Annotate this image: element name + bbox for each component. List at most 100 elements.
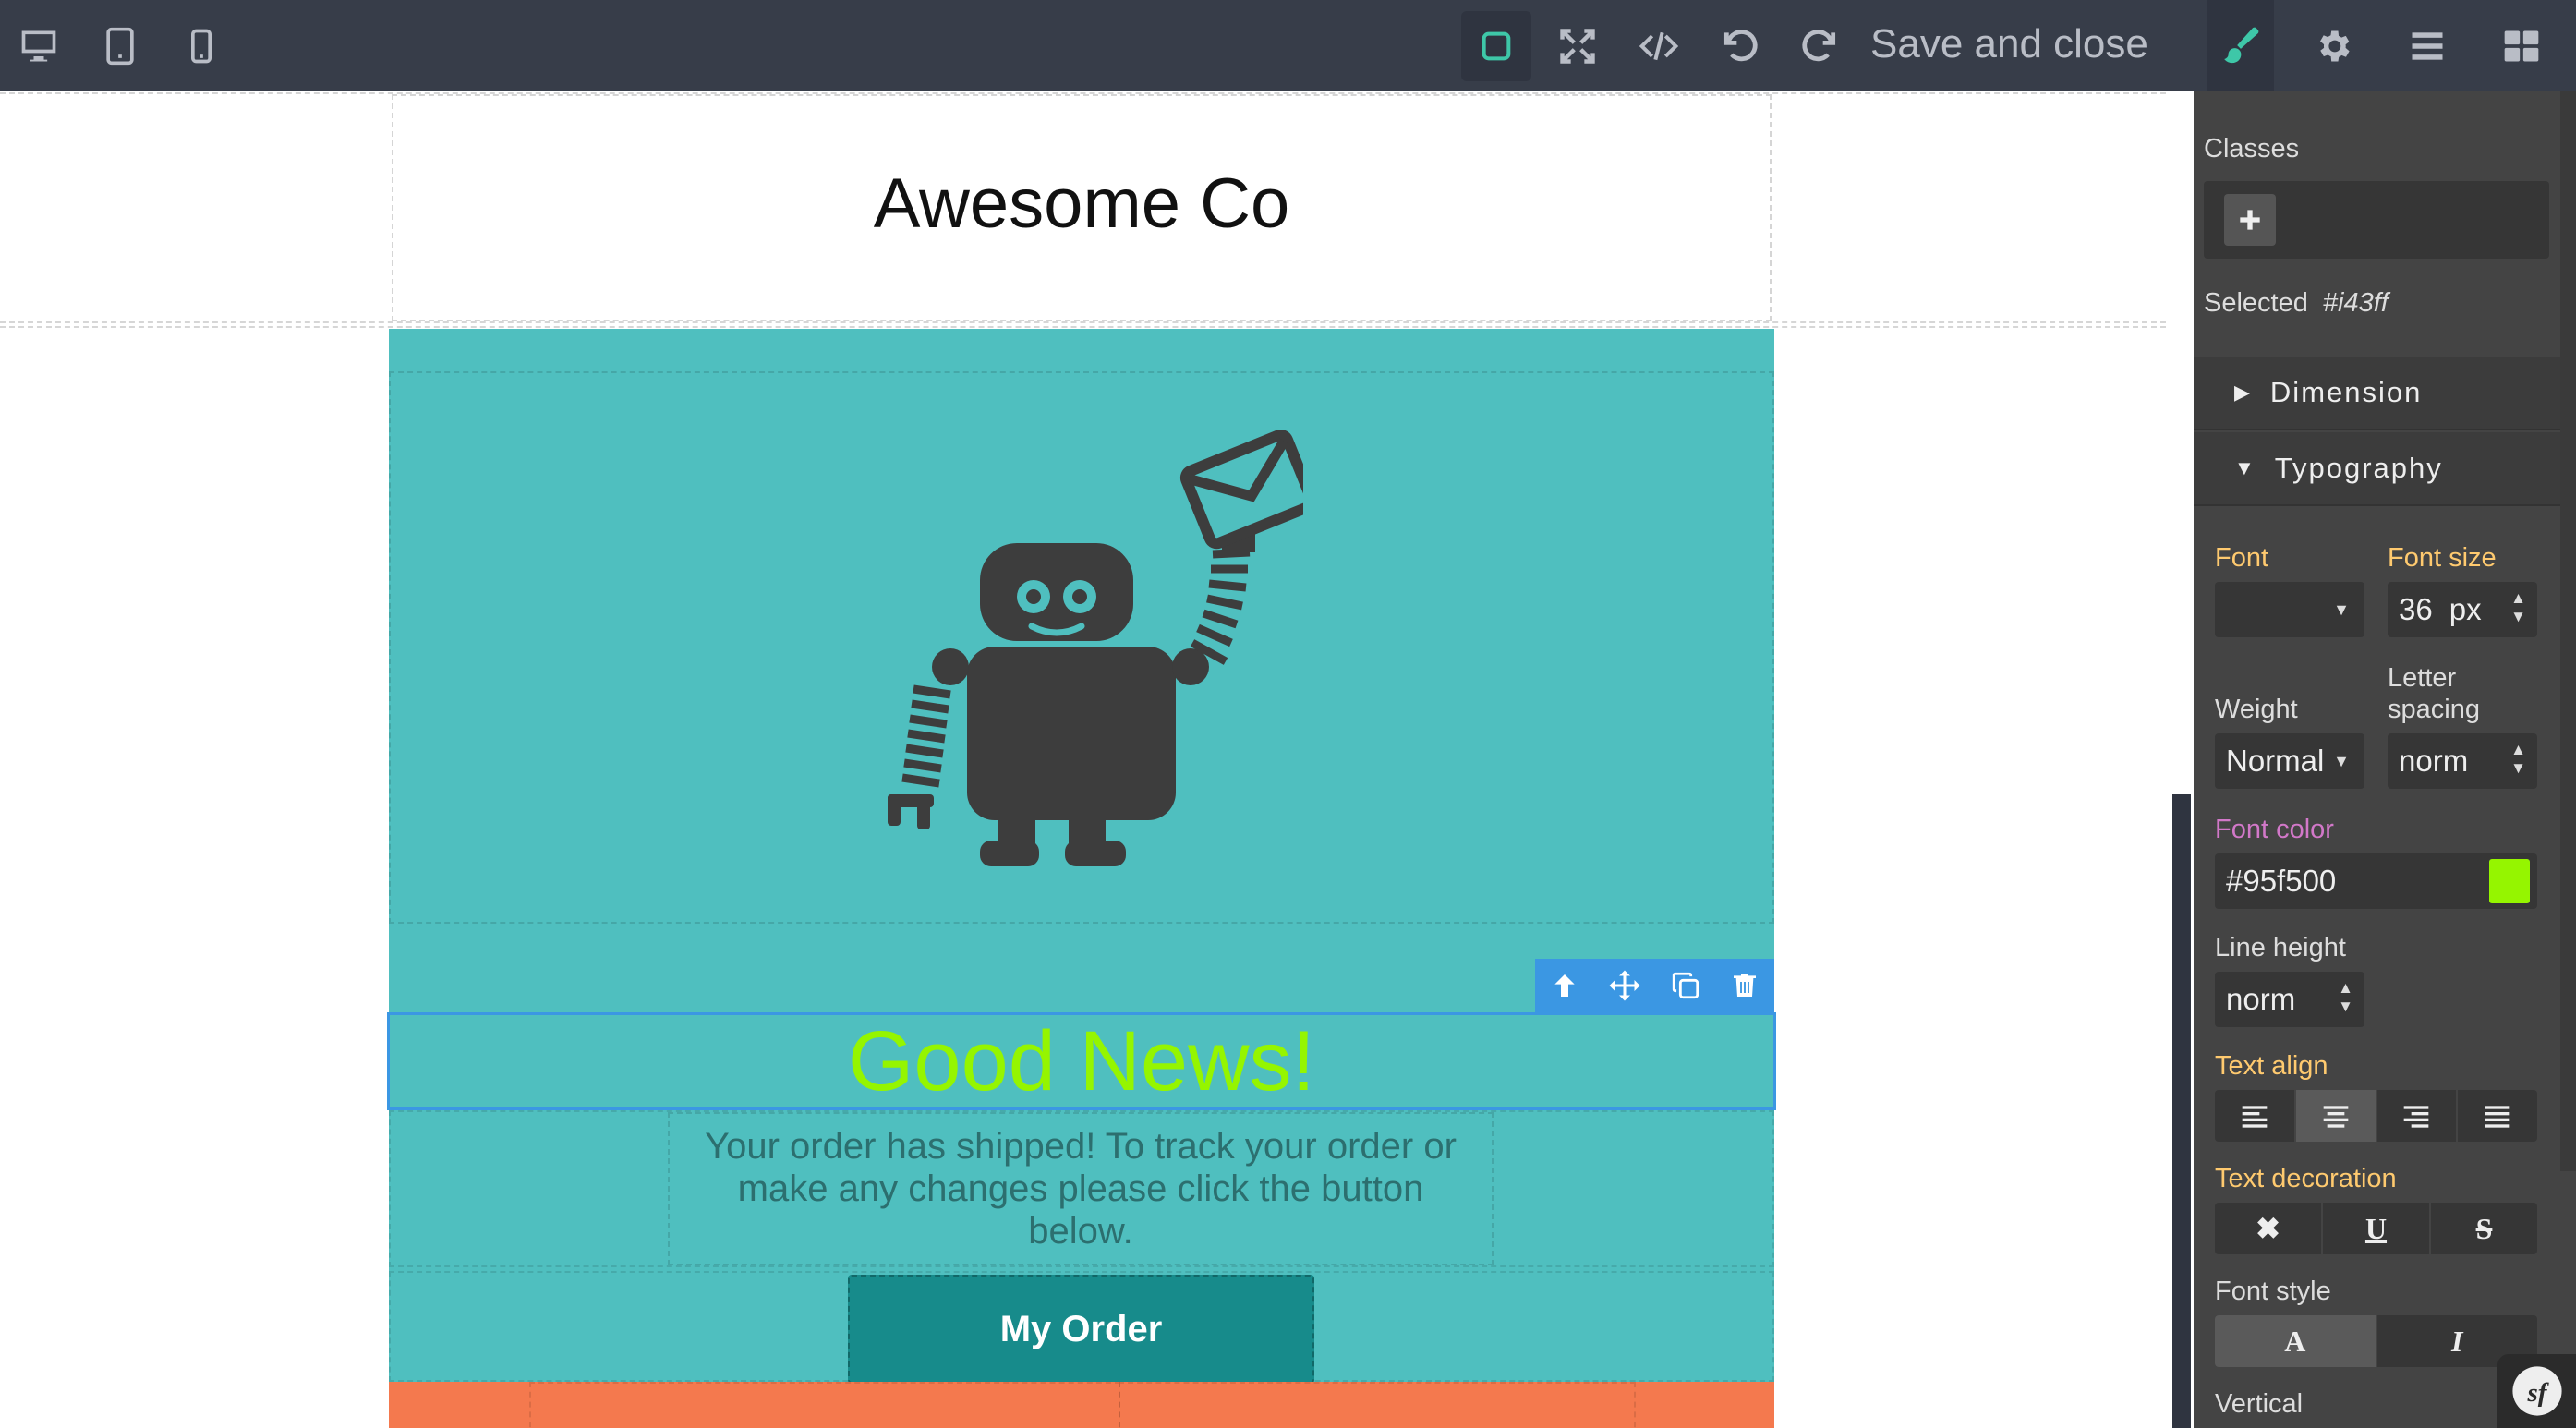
font-select[interactable]: ▼ bbox=[2215, 582, 2364, 637]
caret-down-icon: ▼ bbox=[2234, 456, 2256, 479]
font-size-label: Font size bbox=[2388, 543, 2497, 573]
decoration-strikethrough-button[interactable]: S bbox=[2431, 1203, 2537, 1254]
caret-right-icon: ▶ bbox=[2234, 381, 2252, 404]
weight-select[interactable]: Normal ▼ bbox=[2215, 733, 2364, 789]
caret-down-icon: ▼ bbox=[2333, 599, 2350, 619]
font-color-swatch[interactable] bbox=[2489, 859, 2530, 903]
font-style-label: Font style bbox=[2215, 1277, 2331, 1306]
blocks-icon[interactable] bbox=[2492, 17, 2551, 76]
my-order-label: My Order bbox=[999, 1308, 1163, 1349]
redo-icon[interactable] bbox=[1790, 17, 1849, 76]
headline-text[interactable]: Good News! bbox=[848, 1019, 1315, 1104]
layers-icon[interactable] bbox=[2398, 17, 2457, 76]
top-toolbar: Save and close bbox=[0, 0, 2576, 91]
mobile-icon[interactable] bbox=[172, 17, 231, 76]
strikethrough-icon: S bbox=[2475, 1211, 2493, 1245]
weight-value: Normal bbox=[2226, 744, 2325, 778]
sector-dimension[interactable]: ▶ Dimension bbox=[2194, 357, 2560, 430]
gear-icon[interactable] bbox=[2304, 17, 2363, 76]
element-toolbar bbox=[1535, 959, 1774, 1012]
company-title[interactable]: Awesome Co bbox=[874, 163, 1290, 244]
select-parent-icon[interactable] bbox=[1550, 971, 1579, 1000]
email-hero-section[interactable]: Good News! Your order has shipped! To tr… bbox=[387, 329, 1776, 1384]
move-icon[interactable] bbox=[1608, 969, 1641, 1002]
header-cell[interactable]: Awesome Co bbox=[392, 94, 1772, 321]
font-style-group: A I bbox=[2215, 1315, 2537, 1367]
font-color-label: Font color bbox=[2215, 815, 2334, 844]
brush-icon bbox=[2224, 27, 2259, 64]
letter-spacing-label-line1: Letter bbox=[2388, 663, 2457, 693]
text-decoration-group: ✖ U S bbox=[2215, 1203, 2537, 1254]
align-left-button[interactable] bbox=[2215, 1090, 2296, 1142]
weight-label: Weight bbox=[2215, 695, 2298, 724]
fullscreen-icon[interactable] bbox=[1548, 17, 1607, 76]
stepper-icon[interactable]: ▲ ▼ bbox=[2510, 589, 2526, 626]
classes-label: Classes bbox=[2204, 134, 2300, 163]
canvas-scrollbar[interactable] bbox=[2172, 794, 2191, 1428]
line-height-input[interactable]: norm ▲ ▼ bbox=[2215, 972, 2364, 1027]
text-align-group bbox=[2215, 1090, 2537, 1142]
align-center-button[interactable] bbox=[2295, 1090, 2377, 1142]
robot-mail-illustration[interactable] bbox=[860, 425, 1303, 877]
selected-headline-cell[interactable]: Good News! bbox=[387, 1012, 1776, 1110]
font-color-input[interactable]: #95f500 bbox=[2215, 853, 2537, 909]
close-icon: ✖ bbox=[2256, 1212, 2280, 1245]
undo-icon[interactable] bbox=[1711, 17, 1770, 76]
align-left-icon bbox=[2242, 1106, 2268, 1128]
outline-toggle-button[interactable] bbox=[1461, 11, 1531, 81]
font-size-unit[interactable]: px bbox=[2449, 592, 2482, 627]
stepper-icon[interactable]: ▲ ▼ bbox=[2338, 979, 2353, 1016]
font-size-value: 36 bbox=[2399, 592, 2433, 626]
body-text-cell[interactable]: Your order has shipped! To track your or… bbox=[668, 1112, 1494, 1265]
debug-toolbar-toggle[interactable]: sf bbox=[2497, 1354, 2576, 1428]
footer-section[interactable] bbox=[389, 1382, 1774, 1428]
letter-spacing-input[interactable]: norm ▲ ▼ bbox=[2388, 733, 2537, 789]
font-label: Font bbox=[2215, 543, 2269, 573]
plus-icon bbox=[2240, 210, 2260, 230]
line-height-value: norm bbox=[2226, 982, 2296, 1016]
save-and-close-button[interactable]: Save and close bbox=[1870, 15, 2148, 74]
sector-dimension-label: Dimension bbox=[2269, 376, 2423, 408]
footer-cell-right[interactable] bbox=[1119, 1382, 1636, 1428]
desktop-icon[interactable] bbox=[9, 17, 68, 76]
editor-canvas[interactable]: Awesome Co Good News! Your order has shi… bbox=[0, 91, 2166, 1428]
align-right-button[interactable] bbox=[2377, 1090, 2459, 1142]
selected-label: Selected #i43ff bbox=[2204, 288, 2389, 319]
style-manager-tab[interactable] bbox=[2207, 0, 2274, 91]
tablet-icon[interactable] bbox=[91, 17, 150, 76]
my-order-button[interactable]: My Order bbox=[848, 1275, 1314, 1384]
clone-icon[interactable] bbox=[1670, 970, 1701, 1001]
stepper-icon[interactable]: ▲ ▼ bbox=[2510, 741, 2526, 778]
letter-spacing-value: norm bbox=[2399, 744, 2469, 778]
italic-icon: I bbox=[2451, 1324, 2463, 1358]
panel-scrollbar[interactable] bbox=[2560, 91, 2576, 1171]
font-size-input[interactable]: 36 px ▲ ▼ bbox=[2388, 582, 2537, 637]
sector-typography[interactable]: ▼ Typography bbox=[2194, 432, 2560, 506]
decoration-none-button[interactable]: ✖ bbox=[2215, 1203, 2323, 1254]
font-style-normal-button[interactable]: A bbox=[2215, 1315, 2377, 1367]
underline-icon: U bbox=[2364, 1211, 2388, 1245]
add-class-button[interactable] bbox=[2224, 194, 2276, 246]
sector-typography-label: Typography bbox=[2274, 452, 2443, 484]
align-center-icon bbox=[2323, 1106, 2348, 1128]
align-justify-icon bbox=[2485, 1106, 2510, 1128]
outline-icon bbox=[1482, 31, 1511, 61]
selected-id: #i43ff bbox=[2322, 288, 2389, 318]
text-decoration-label: Text decoration bbox=[2215, 1164, 2397, 1193]
selected-label-text: Selected bbox=[2204, 288, 2308, 318]
classes-container[interactable] bbox=[2204, 181, 2549, 259]
letter-spacing-label-line2: spacing bbox=[2388, 695, 2480, 724]
code-icon[interactable] bbox=[1629, 17, 1688, 76]
body-text[interactable]: Your order has shipped! To track your or… bbox=[683, 1125, 1478, 1253]
text-align-label: Text align bbox=[2215, 1051, 2328, 1081]
decoration-underline-button[interactable]: U bbox=[2323, 1203, 2431, 1254]
symfony-logo-icon: sf bbox=[2512, 1366, 2562, 1416]
delete-icon[interactable] bbox=[1730, 971, 1760, 1000]
align-right-icon bbox=[2404, 1106, 2429, 1128]
vertical-align-label: Vertical bbox=[2215, 1389, 2304, 1419]
caret-down-icon: ▼ bbox=[2333, 751, 2350, 770]
align-justify-button[interactable] bbox=[2458, 1090, 2537, 1142]
svg-text:sf: sf bbox=[2527, 1378, 2550, 1408]
font-color-value: #95f500 bbox=[2226, 864, 2337, 898]
footer-cell-left[interactable] bbox=[529, 1382, 1120, 1428]
